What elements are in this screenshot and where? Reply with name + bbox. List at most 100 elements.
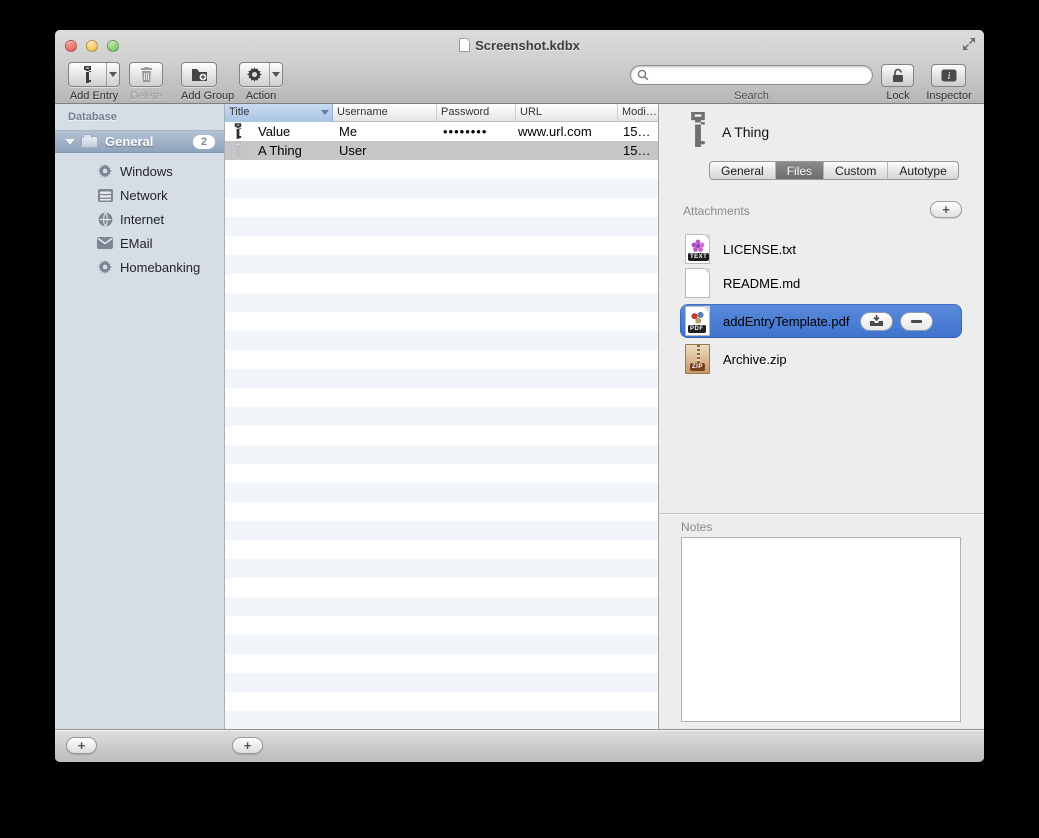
add-attachment-button[interactable]: + xyxy=(930,201,962,218)
search-field[interactable] xyxy=(630,65,873,85)
delete-group: Delete xyxy=(129,62,163,102)
text-file-icon: TEXT xyxy=(685,234,710,264)
table-row-value[interactable]: Value Me •••••••• www.url.com 15… xyxy=(225,122,658,141)
column-header-title[interactable]: Title xyxy=(225,104,333,122)
sidebar-item-label: Network xyxy=(120,188,168,203)
entry-title: A Thing xyxy=(722,124,769,140)
tab-autotype[interactable]: Autotype xyxy=(888,162,957,179)
cell-username: User xyxy=(339,141,434,160)
folder-icon xyxy=(81,136,98,148)
search-label: Search xyxy=(630,90,873,102)
action-label: Action xyxy=(239,90,283,102)
cell-password xyxy=(443,141,513,160)
add-entry-dropdown[interactable] xyxy=(106,63,119,86)
add-group-group: Add Group xyxy=(181,62,234,102)
notes-label: Notes xyxy=(681,520,712,534)
zipper xyxy=(697,345,700,365)
attachment-name: addEntryTemplate.pdf xyxy=(723,314,849,329)
key-icon xyxy=(686,112,710,147)
minus-icon xyxy=(911,320,922,323)
notes-input[interactable] xyxy=(681,537,961,722)
sidebar-item-label: Internet xyxy=(120,212,164,227)
action-button[interactable] xyxy=(239,62,283,87)
cell-username: Me xyxy=(339,122,434,141)
chevron-down-icon xyxy=(272,72,280,77)
fullscreen-icon[interactable] xyxy=(962,37,976,51)
cell-modified: 15… xyxy=(623,122,657,141)
tab-general[interactable]: General xyxy=(710,162,776,179)
info-icon: i xyxy=(941,69,957,82)
add-group-bottom-button[interactable]: + xyxy=(66,737,97,754)
bottom-bar: + + xyxy=(55,729,984,762)
add-entry-bottom-button[interactable]: + xyxy=(232,737,263,754)
key-icon xyxy=(233,123,243,139)
search-icon xyxy=(637,69,649,81)
sidebar-item-network[interactable]: Network xyxy=(55,183,224,207)
chevron-down-icon xyxy=(109,72,117,77)
pdf-art xyxy=(690,311,705,324)
lock-label: Lock xyxy=(877,90,919,102)
svg-text:i: i xyxy=(947,71,950,82)
attachment-license[interactable]: TEXT LICENSE.txt xyxy=(680,232,962,266)
lock-button[interactable] xyxy=(881,64,914,87)
cell-title: Value xyxy=(258,122,333,141)
sidebar-list: Windows Network Internet xyxy=(55,159,224,279)
sidebar-group-general[interactable]: General 2 xyxy=(55,130,224,153)
document-icon xyxy=(459,38,470,52)
attachment-name: LICENSE.txt xyxy=(723,242,796,257)
delete-button[interactable] xyxy=(129,62,163,87)
attachment-name: Archive.zip xyxy=(723,352,787,367)
inspector-button[interactable]: i xyxy=(931,64,966,87)
gear-icon xyxy=(97,163,113,179)
group-label: General xyxy=(105,134,153,149)
export-attachment-button[interactable] xyxy=(860,312,893,331)
cell-modified: 15… xyxy=(623,141,657,160)
attachment-readme[interactable]: README.md xyxy=(680,266,962,300)
globe-icon xyxy=(97,211,113,227)
tab-custom[interactable]: Custom xyxy=(824,162,888,179)
add-entry-button[interactable] xyxy=(68,62,120,87)
remove-attachment-button[interactable] xyxy=(900,312,933,331)
inspector-tabs: General Files Custom Autotype xyxy=(709,161,959,180)
column-header-modified[interactable]: Modi… xyxy=(618,104,658,122)
sidebar-item-label: EMail xyxy=(120,236,153,251)
attachment-name: README.md xyxy=(723,276,800,291)
key-icon xyxy=(69,66,106,83)
inspector-panel: A Thing General Files Custom Autotype At… xyxy=(659,104,984,729)
window-title: Screenshot.kdbx xyxy=(55,38,984,53)
sidebar-item-windows[interactable]: Windows xyxy=(55,159,224,183)
section-divider xyxy=(659,513,984,515)
window-chrome: Screenshot.kdbx Add Entry Delete xyxy=(55,30,984,104)
attachment-pdf-selected[interactable]: PDF addEntryTemplate.pdf xyxy=(680,304,962,338)
table-body: Value Me •••••••• www.url.com 15… A Thin… xyxy=(225,122,658,729)
add-entry-label: Add Entry xyxy=(68,90,120,102)
column-header-url[interactable]: URL xyxy=(516,104,618,122)
cell-title: A Thing xyxy=(258,141,333,160)
cell-url xyxy=(518,141,616,160)
add-group-label: Add Group xyxy=(181,90,234,102)
action-dropdown[interactable] xyxy=(269,63,282,86)
inspector-label: Inspector xyxy=(919,90,979,102)
table-row-a-thing[interactable]: A Thing User 15… xyxy=(225,141,658,160)
mail-icon xyxy=(97,235,113,251)
cell-password: •••••••• xyxy=(443,122,513,141)
disclosure-triangle-icon[interactable] xyxy=(65,139,75,145)
sidebar-item-label: Windows xyxy=(120,164,173,179)
sidebar-item-homebanking[interactable]: Homebanking xyxy=(55,255,224,279)
column-header-password[interactable]: Password xyxy=(437,104,516,122)
add-group-button[interactable] xyxy=(181,62,217,87)
pdf-file-icon: PDF xyxy=(685,306,710,336)
attachment-archive[interactable]: ZIP Archive.zip xyxy=(680,342,962,376)
column-header-username[interactable]: Username xyxy=(333,104,437,122)
delete-label: Delete xyxy=(129,90,163,102)
attachments-label: Attachments xyxy=(683,204,750,218)
document-file-icon xyxy=(685,268,710,298)
save-tray-icon xyxy=(869,315,884,327)
zip-file-icon: ZIP xyxy=(685,344,710,374)
sidebar-item-label: Homebanking xyxy=(120,260,200,275)
sidebar-item-email[interactable]: EMail xyxy=(55,231,224,255)
trash-icon xyxy=(130,67,162,82)
gear-icon xyxy=(97,259,113,275)
sidebar-item-internet[interactable]: Internet xyxy=(55,207,224,231)
tab-files[interactable]: Files xyxy=(776,162,824,179)
